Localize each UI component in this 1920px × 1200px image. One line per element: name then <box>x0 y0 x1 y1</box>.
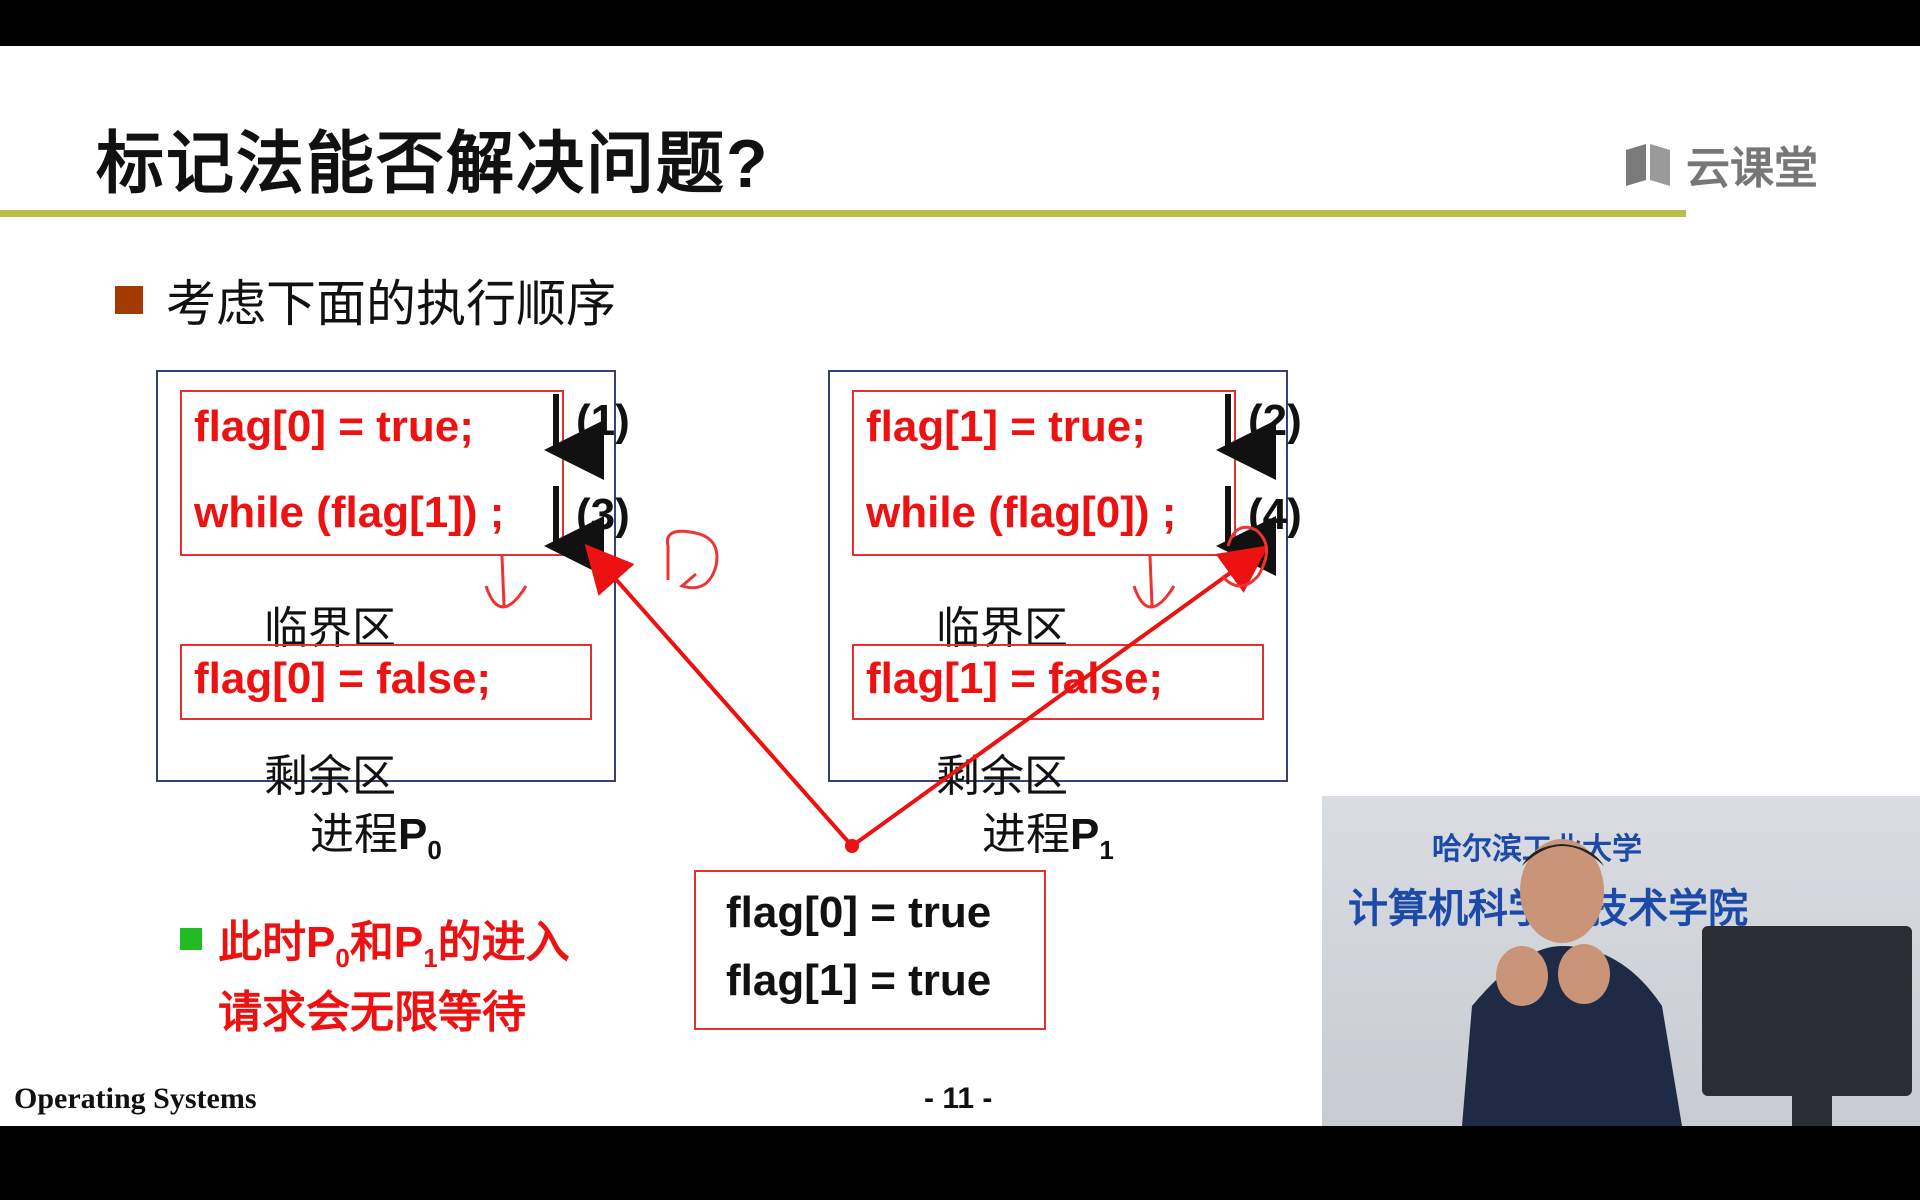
process-0-line-2: while (flag[1]) ; <box>194 488 505 537</box>
red-line-to-step-3 <box>584 544 854 848</box>
note-and: 和 <box>349 918 394 967</box>
process-0-remainder-section: 剩余区 <box>264 752 396 801</box>
process-0-step-3: (3) <box>576 490 630 539</box>
process-0-step-1: (1) <box>576 396 630 445</box>
note-p1: P <box>393 918 424 967</box>
note-line-1: 此时P0和P1的进入 <box>218 906 570 974</box>
lecturer-figure <box>1462 839 1912 1126</box>
process-1-step-4: (4) <box>1248 490 1302 539</box>
book-icon <box>1626 144 1670 186</box>
note-text-b: 的进入 <box>437 918 570 967</box>
bullet-square-icon <box>115 286 143 314</box>
state-flag-1: flag[1] = true <box>726 956 992 1005</box>
slide: 标记法能否解决问题? 云课堂 考虑下面的执行顺序 flag[0] = true;… <box>0 46 1920 1126</box>
lecturer-video-inset: 哈尔滨工业大学 计算机科学与技术学院 <box>1322 796 1920 1126</box>
bullet-text: 考虑下面的执行顺序 <box>166 276 616 332</box>
process-0-label-prefix: 进程 <box>310 810 398 859</box>
process-1-label-p: P <box>1070 810 1100 859</box>
flag-state-box: flag[0] = true flag[1] = true <box>694 870 1046 1030</box>
process-1-label-sub: 1 <box>1099 834 1114 865</box>
process-1-label-prefix: 进程 <box>982 810 1070 859</box>
process-1-line-1: flag[1] = true; <box>866 402 1146 451</box>
note-text-a: 此时 <box>218 918 306 967</box>
note-sub1: 1 <box>423 942 438 973</box>
title-rule <box>0 210 1686 217</box>
logo-text: 云课堂 <box>1686 144 1818 193</box>
note-p0: P <box>306 918 336 967</box>
footer-page-number: - 11 - <box>924 1082 993 1115</box>
p0-loop-annotation <box>665 529 719 590</box>
note-sub0: 0 <box>335 942 350 973</box>
footer-course-name: Operating Systems <box>14 1082 257 1115</box>
logo: 云课堂 <box>1622 132 1818 196</box>
top-black-bar <box>0 0 1920 46</box>
note-line-2: 请求会无限等待 <box>218 988 526 1037</box>
process-0-line-1: flag[0] = true; <box>194 402 474 451</box>
state-flag-0: flag[0] = true <box>726 888 992 937</box>
process-0-label-sub: 0 <box>427 834 442 865</box>
process-1-label: 进程P1 <box>982 798 1114 866</box>
process-1-exit-line: flag[1] = false; <box>866 654 1164 703</box>
process-1-remainder-section: 剩余区 <box>936 752 1068 801</box>
process-0-label-p: P <box>398 810 428 859</box>
slide-title: 标记法能否解决问题? <box>96 126 770 202</box>
bottom-black-bar <box>0 1126 1920 1200</box>
process-0-label: 进程P0 <box>310 798 442 866</box>
note-bullet-icon <box>180 928 202 950</box>
process-0-exit-line: flag[0] = false; <box>194 654 492 703</box>
process-1-line-2: while (flag[0]) ; <box>866 488 1177 537</box>
v-origin-dot <box>845 839 859 853</box>
process-1-step-2: (2) <box>1248 396 1302 445</box>
